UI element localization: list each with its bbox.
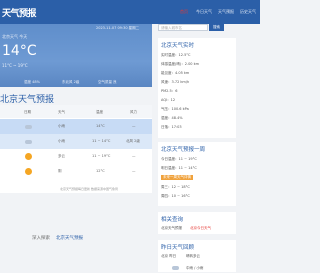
header-wind: 风力 bbox=[130, 110, 137, 114]
update-time: 2023-11-07 09:30 星期二 bbox=[96, 26, 140, 30]
temperature-range: 11°C ~ 19°C bbox=[2, 63, 28, 68]
realtime-line: 体感温度(晴)：2.00 km bbox=[161, 62, 200, 66]
row-weather: 小雨 bbox=[58, 139, 65, 143]
related-query-link[interactable]: 北京今日天气 bbox=[190, 226, 211, 231]
header-weather: 天气 bbox=[58, 110, 65, 114]
row-temp: 14°C bbox=[96, 124, 105, 128]
yesterday-line: 中雨 / 小雨 bbox=[186, 266, 204, 270]
realtime-line: 气压：100.6 kPa bbox=[161, 107, 189, 111]
wind-info: 东北风 2级 bbox=[62, 80, 80, 84]
yesterday-title: 昨日天气回顾 bbox=[161, 245, 195, 251]
nav-item-home[interactable]: 首页 bbox=[180, 9, 188, 15]
row-temp: 11 ~ 14°C bbox=[92, 139, 111, 143]
realtime-line: 能见度：4.05 km bbox=[161, 71, 190, 75]
city-search-input[interactable]: 请输入城市名 bbox=[158, 24, 208, 31]
realtime-line: 日落：17:03 bbox=[161, 125, 182, 129]
week-title: 北京天气预报一周 bbox=[161, 147, 206, 153]
week-line: 今日温度：11 ~ 19°C bbox=[161, 157, 197, 161]
cloud-icon bbox=[25, 125, 32, 129]
row-wind: — bbox=[132, 169, 136, 173]
row-weather: 多云 bbox=[58, 154, 65, 158]
realtime-line: 风速：3.72 km/h bbox=[161, 80, 190, 84]
forecast-table: 日期 天气 温度 风力 小雨 14°C — 小雨 11 ~ 14°C 北风 2级… bbox=[0, 105, 152, 193]
yesterday-line: 北京 昨日 bbox=[161, 254, 177, 258]
search-button[interactable]: 搜索 bbox=[209, 24, 224, 31]
forecast-note: 北京天气预报每日更新 数据来源中国气象局 bbox=[60, 187, 118, 191]
week-line: 明日温度：11 ~ 14°C bbox=[161, 166, 197, 170]
table-row[interactable]: 多云 11 ~ 19°C — bbox=[0, 149, 152, 164]
forecast-section-title: 北京天气预报 bbox=[0, 95, 55, 105]
current-weather-banner: 2023-11-07 09:30 星期二 北京天气 今天 14°C 11°C ~… bbox=[0, 24, 152, 87]
related-title: 相关查询 bbox=[161, 217, 184, 223]
week-line: 周四：10 ~ 16°C bbox=[161, 194, 190, 198]
related-query-link[interactable]: 北京天气预报 bbox=[161, 226, 182, 231]
current-temperature: 14°C bbox=[2, 43, 37, 59]
air-quality-info: 空气质量 良 bbox=[98, 80, 117, 84]
city-label: 北京天气 今天 bbox=[2, 34, 28, 39]
yesterday-panel: 昨日天气回顾 北京 昨日 晴转多云 中雨 / 小雨 bbox=[158, 240, 236, 272]
top-nav-bar: 天气预报 首页 今日天气 天气预报 历史天气 bbox=[0, 0, 260, 24]
header-temp: 温度 bbox=[96, 110, 103, 114]
nav-item-today[interactable]: 今日天气 bbox=[196, 9, 212, 15]
forecast-table-header: 日期 天气 温度 风力 bbox=[0, 105, 152, 118]
yesterday-line: 晴转多云 bbox=[186, 254, 200, 258]
sun-icon bbox=[25, 153, 32, 160]
related-panel: 相关查询 北京天气预报 北京今日天气 bbox=[158, 212, 236, 234]
humidity-info: 湿度 48% bbox=[24, 80, 40, 84]
row-wind: — bbox=[132, 124, 136, 128]
realtime-panel: 北京天气实时 实时温度：12.5°C 体感温度(晴)：2.00 km 能见度：4… bbox=[158, 38, 236, 138]
row-temp: 11 ~ 19°C bbox=[92, 154, 111, 158]
row-weather: 小雨 bbox=[58, 124, 65, 128]
header-date: 日期 bbox=[24, 110, 31, 114]
sun-icon bbox=[25, 168, 32, 175]
table-row[interactable]: 小雨 14°C — bbox=[0, 119, 152, 134]
week-line: 周三：12 ~ 18°C bbox=[161, 185, 190, 189]
related-forecast-link[interactable]: 北京天气预报 bbox=[56, 235, 83, 241]
row-weather: 阴 bbox=[58, 169, 62, 173]
table-row[interactable]: 阴 12°C — bbox=[0, 164, 152, 179]
realtime-line: 湿度：48.4% bbox=[161, 116, 183, 120]
nav-item-history[interactable]: 历史天气 bbox=[240, 9, 256, 15]
realtime-line: AQI：12 bbox=[161, 98, 176, 102]
cloud-icon bbox=[25, 140, 32, 144]
nav-item-forecast[interactable]: 天气预报 bbox=[218, 9, 234, 15]
site-logo[interactable]: 天气预报 bbox=[2, 6, 37, 19]
realtime-line: PM2.5：6 bbox=[161, 89, 178, 93]
realtime-title: 北京天气实时 bbox=[161, 43, 195, 49]
week-panel: 北京天气预报一周 今日温度：11 ~ 19°C 明日温度：11 ~ 14°C 未… bbox=[158, 142, 236, 206]
cloud-icon bbox=[172, 266, 179, 270]
row-wind: 北风 2级 bbox=[126, 139, 140, 143]
realtime-line: 实时温度：12.5°C bbox=[161, 53, 191, 57]
row-temp: 12°C bbox=[96, 169, 105, 173]
table-row[interactable]: 小雨 11 ~ 14°C 北风 2级 bbox=[0, 134, 152, 149]
related-label: 深入探索 bbox=[32, 236, 50, 241]
row-wind: — bbox=[132, 154, 136, 158]
week-detail-tag[interactable]: 未来一周天气详情 bbox=[161, 175, 193, 180]
